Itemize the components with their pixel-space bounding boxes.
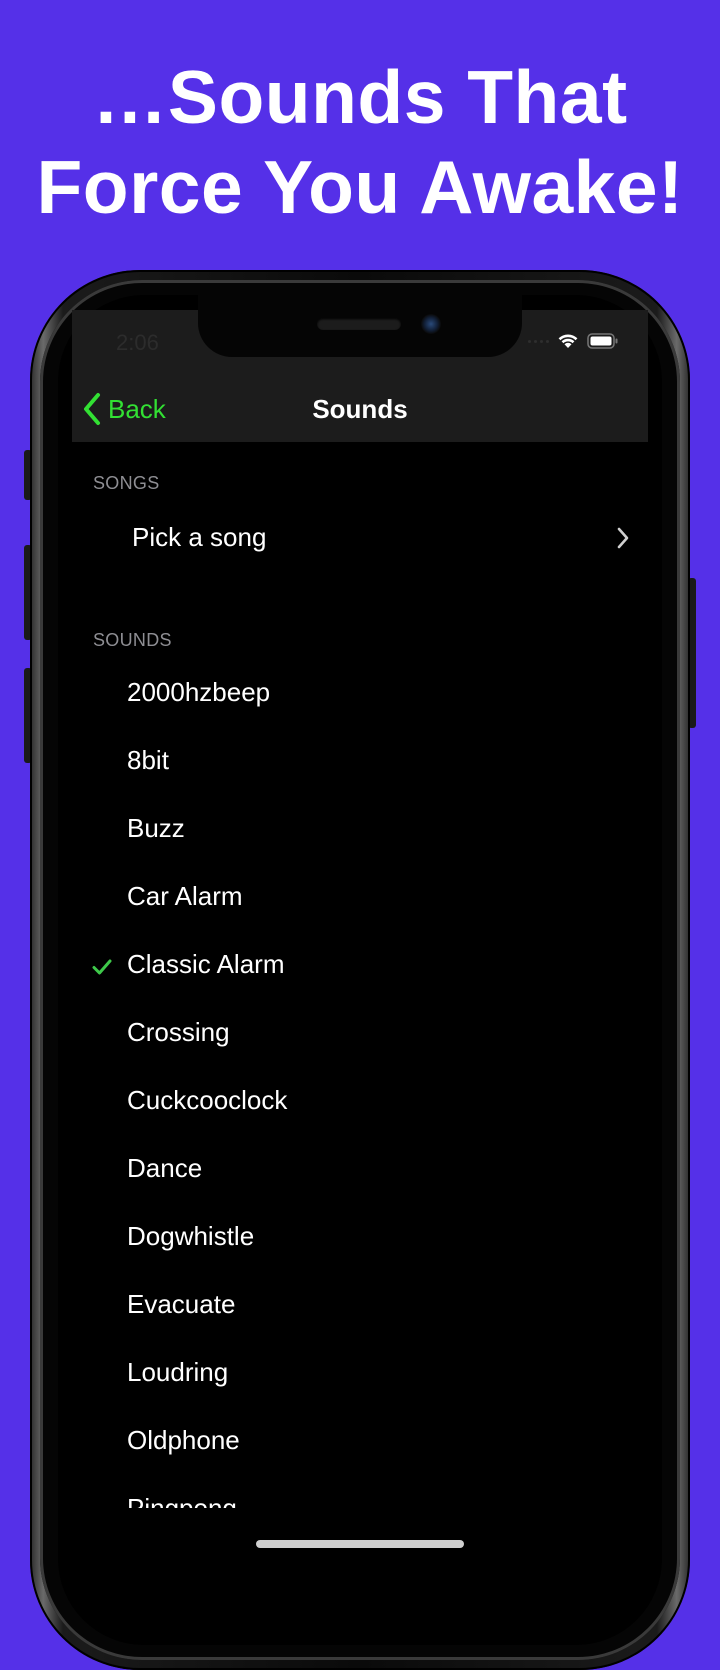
signal-dots-icon: [528, 339, 549, 343]
sound-list-item[interactable]: 2000hzbeep: [72, 660, 648, 728]
marketing-headline: …Sounds That Force You Awake!: [0, 52, 720, 232]
chevron-right-icon: [617, 527, 629, 549]
sound-list-item[interactable]: Evacuate: [72, 1272, 648, 1340]
sound-label: Car Alarm: [127, 881, 243, 911]
sound-list-item[interactable]: Pingpong: [72, 1476, 648, 1508]
sound-label: 2000hzbeep: [127, 677, 271, 707]
sound-list: 2000hzbeep 8bit Buzz Car Alarm Classic Alarm…: [72, 660, 648, 1508]
sound-label: Buzz: [127, 813, 185, 843]
sound-list-item[interactable]: Car Alarm: [72, 864, 648, 932]
pick-song-label: Pick a song: [132, 522, 267, 552]
sound-label: Cuckcooclock: [127, 1085, 288, 1115]
earpiece-speaker: [317, 318, 401, 330]
sound-label: Pingpong: [127, 1493, 237, 1508]
sound-list-item[interactable]: 8bit: [72, 728, 648, 796]
sound-list-item[interactable]: Cuckcooclock: [72, 1068, 648, 1136]
section-header-songs: SONGS: [93, 473, 160, 493]
headline-line-2: Force You Awake!: [36, 145, 684, 229]
sound-label: Oldphone: [127, 1425, 240, 1455]
sound-list-item[interactable]: Crossing: [72, 1000, 648, 1068]
chevron-left-icon: [84, 393, 100, 425]
checkmark-icon: [92, 959, 112, 975]
front-camera: [421, 314, 441, 334]
pick-song-row[interactable]: Pick a song: [72, 508, 648, 568]
headline-line-1: …Sounds That: [92, 55, 628, 139]
back-label: Back: [108, 393, 166, 424]
sound-list-item[interactable]: Dance: [72, 1136, 648, 1204]
section-header-sounds: SOUNDS: [93, 630, 172, 650]
sound-list-item[interactable]: Classic Alarm: [72, 932, 648, 1000]
sound-list-item[interactable]: Loudring: [72, 1340, 648, 1408]
sound-list-item[interactable]: Buzz: [72, 796, 648, 864]
status-icons: [528, 331, 619, 351]
sound-label: Classic Alarm: [127, 949, 285, 979]
back-button[interactable]: Back: [82, 390, 166, 428]
sound-label: Dogwhistle: [127, 1221, 255, 1251]
sound-list-item[interactable]: Dogwhistle: [72, 1204, 648, 1272]
wifi-icon: [558, 334, 578, 348]
sound-label: Loudring: [127, 1357, 229, 1387]
sound-label: Evacuate: [127, 1289, 236, 1319]
home-indicator[interactable]: [256, 1540, 464, 1548]
page-title: Sounds: [312, 394, 408, 424]
status-time: 2:06: [116, 330, 159, 355]
battery-icon: [587, 333, 618, 349]
sound-label: 8bit: [127, 745, 169, 775]
sound-label: Dance: [127, 1153, 203, 1183]
sound-label: Crossing: [127, 1017, 230, 1047]
sound-list-item[interactable]: Oldphone: [72, 1408, 648, 1476]
